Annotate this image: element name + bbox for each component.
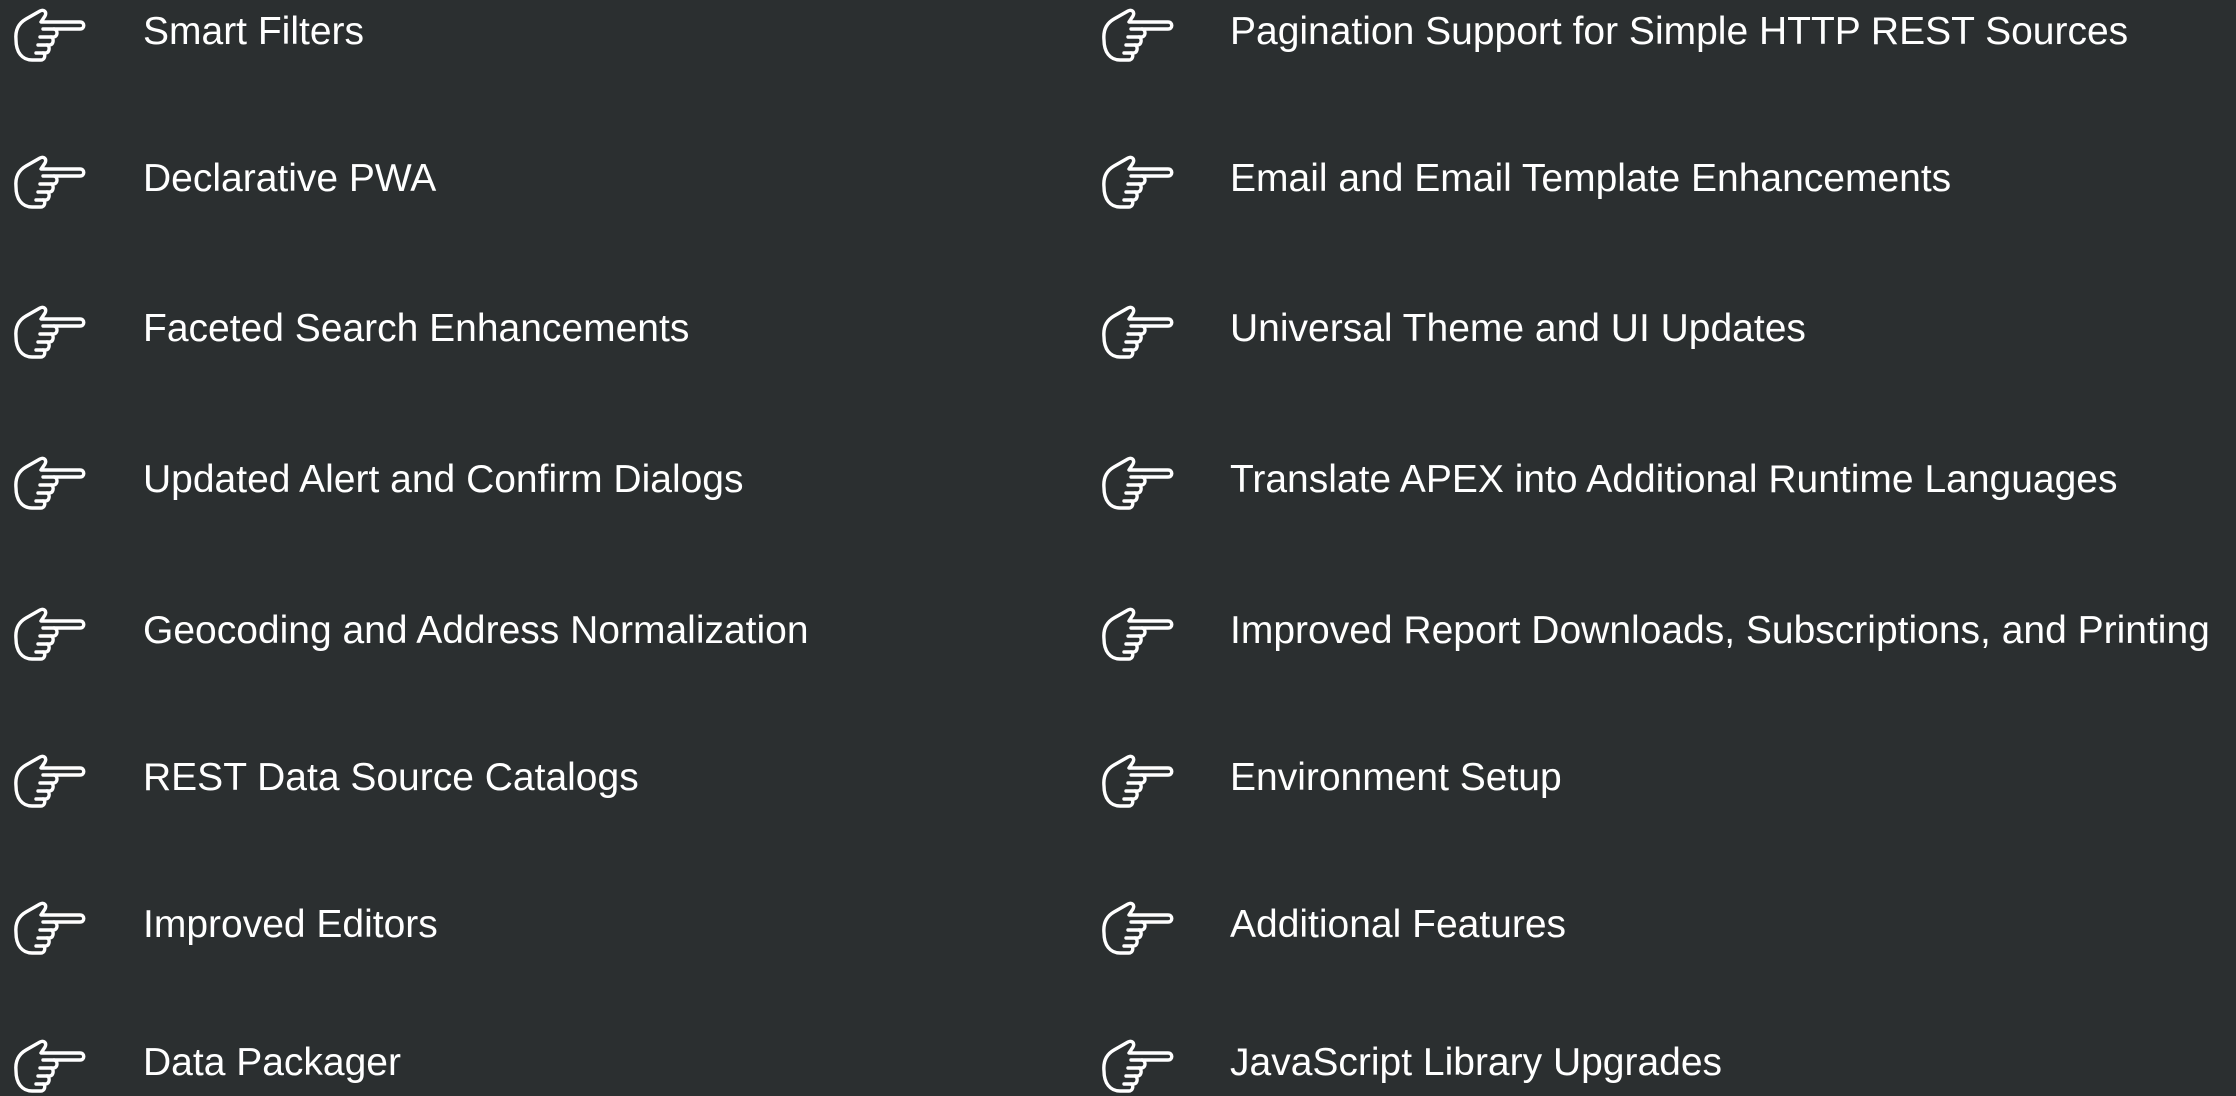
pointing-hand-icon xyxy=(1098,893,1174,957)
feature-item: Declarative PWA xyxy=(0,147,1090,227)
feature-label: REST Data Source Catalogs xyxy=(143,756,639,799)
pointing-hand-icon xyxy=(1098,1031,1174,1095)
feature-item: Universal Theme and UI Updates xyxy=(1090,297,2236,377)
feature-label: Improved Editors xyxy=(143,903,438,946)
pointing-hand-icon xyxy=(10,893,86,957)
feature-item: Environment Setup xyxy=(1090,746,2236,826)
pointing-hand-icon xyxy=(10,1031,86,1095)
pointing-hand-icon xyxy=(10,297,86,361)
feature-item: Updated Alert and Confirm Dialogs xyxy=(0,448,1090,528)
feature-label: Updated Alert and Confirm Dialogs xyxy=(143,458,744,501)
feature-item: Pagination Support for Simple HTTP REST … xyxy=(1090,0,2236,80)
feature-label: Universal Theme and UI Updates xyxy=(1230,307,1806,350)
feature-item: Email and Email Template Enhancements xyxy=(1090,147,2236,227)
feature-item: JavaScript Library Upgrades xyxy=(1090,1031,2236,1096)
pointing-hand-icon xyxy=(10,746,86,810)
feature-label: Geocoding and Address Normalization xyxy=(143,609,809,652)
feature-label: Declarative PWA xyxy=(143,157,437,200)
feature-label: Faceted Search Enhancements xyxy=(143,307,690,350)
feature-label: Environment Setup xyxy=(1230,756,1562,799)
feature-item: Improved Editors xyxy=(0,893,1090,973)
feature-item: Additional Features xyxy=(1090,893,2236,973)
feature-label: Improved Report Downloads, Subscriptions… xyxy=(1230,609,2210,652)
pointing-hand-icon xyxy=(10,0,86,64)
pointing-hand-icon xyxy=(1098,297,1174,361)
feature-item: Translate APEX into Additional Runtime L… xyxy=(1090,448,2236,528)
feature-item: Smart Filters xyxy=(0,0,1090,80)
pointing-hand-icon xyxy=(10,147,86,211)
feature-label: Smart Filters xyxy=(143,10,365,53)
feature-item: REST Data Source Catalogs xyxy=(0,746,1090,826)
feature-label: Data Packager xyxy=(143,1041,401,1084)
feature-item: Data Packager xyxy=(0,1031,1090,1096)
feature-label: JavaScript Library Upgrades xyxy=(1230,1041,1723,1084)
feature-item: Improved Report Downloads, Subscriptions… xyxy=(1090,599,2236,679)
feature-label: Additional Features xyxy=(1230,903,1567,946)
feature-item: Faceted Search Enhancements xyxy=(0,297,1090,377)
pointing-hand-icon xyxy=(1098,147,1174,211)
feature-label: Translate APEX into Additional Runtime L… xyxy=(1230,458,2118,501)
pointing-hand-icon xyxy=(10,599,86,663)
pointing-hand-icon xyxy=(1098,599,1174,663)
pointing-hand-icon xyxy=(1098,0,1174,64)
feature-item: Geocoding and Address Normalization xyxy=(0,599,1090,679)
feature-label: Pagination Support for Simple HTTP REST … xyxy=(1230,10,2129,53)
pointing-hand-icon xyxy=(1098,746,1174,810)
feature-label: Email and Email Template Enhancements xyxy=(1230,157,1952,200)
pointing-hand-icon xyxy=(1098,448,1174,512)
feature-slide: Smart Filters Declarative PWA Faceted Se… xyxy=(0,0,2236,1096)
pointing-hand-icon xyxy=(10,448,86,512)
